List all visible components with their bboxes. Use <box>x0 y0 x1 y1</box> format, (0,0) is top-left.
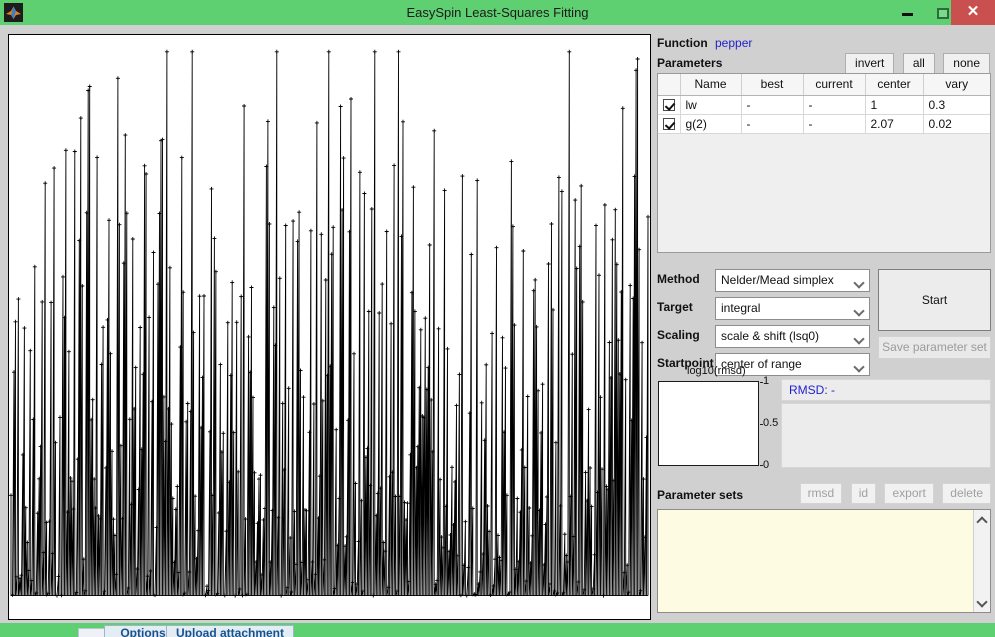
select-none-button[interactable]: none <box>943 53 990 74</box>
cell-name[interactable]: g(2) <box>680 114 742 134</box>
row-checkbox-cell[interactable] <box>658 95 681 115</box>
parameter-sets-list[interactable] <box>657 509 991 613</box>
delete-button: delete <box>942 483 991 504</box>
column-header-current[interactable]: current <box>803 74 866 96</box>
parameter-sets-scrollbar[interactable] <box>973 510 990 612</box>
maximize-icon <box>937 8 949 19</box>
checkbox-checked-icon[interactable] <box>662 117 675 130</box>
chevron-down-icon <box>855 279 863 287</box>
background-page-strip: Options Upload attachment <box>0 623 995 637</box>
row-checkbox-cell[interactable] <box>658 114 681 134</box>
target-select[interactable]: integral <box>715 297 870 320</box>
invert-selection-button[interactable]: invert <box>845 53 895 74</box>
cell-best[interactable]: - <box>741 114 804 134</box>
spectrum-plot[interactable] <box>8 34 651 620</box>
column-header-vary[interactable]: vary <box>923 74 990 96</box>
cell-name[interactable]: lw <box>680 95 742 115</box>
table-row[interactable]: g(2) - - 2.07 0.02 <box>658 114 990 134</box>
scaling-value: scale & shift (lsq0) <box>721 329 820 343</box>
cell-center[interactable]: 2.07 <box>865 114 924 134</box>
export-button: export <box>884 483 934 504</box>
chevron-down-icon <box>855 335 863 343</box>
select-all-button[interactable]: all <box>902 53 935 74</box>
sort-by-rmsd-button: rmsd <box>799 483 843 504</box>
cell-vary[interactable]: 0.02 <box>923 114 990 134</box>
save-parameter-set-button: Save parameter set <box>878 336 991 359</box>
minimize-icon <box>902 13 913 16</box>
rmsd-plot-title: log10(rmsd) <box>687 365 746 377</box>
rmsd-readout: RMSD: - <box>781 379 991 401</box>
rmsd-log-panel <box>781 403 991 468</box>
function-value-link[interactable]: pepper <box>715 36 752 50</box>
column-header-checkbox <box>658 74 681 96</box>
window-body: Function pepper Parameters invert all no… <box>0 25 995 623</box>
parameters-table[interactable]: Name best current center vary lw - - 1 0… <box>657 73 991 253</box>
column-header-name[interactable]: Name <box>680 74 742 96</box>
chevron-down-icon <box>855 307 863 315</box>
rmsd-plot[interactable] <box>658 381 759 466</box>
selection-buttons: invert all none <box>841 53 990 74</box>
rmsd-ytick-0: 0 <box>763 459 770 471</box>
parameters-label: Parameters <box>657 56 723 70</box>
table-empty-area <box>658 133 990 252</box>
background-upload-attachment-button[interactable]: Upload attachment <box>166 625 294 637</box>
cell-current[interactable]: - <box>803 95 866 115</box>
target-label: Target <box>657 300 693 314</box>
table-header-row: Name best current center vary <box>658 74 990 96</box>
chevron-down-icon[interactable] <box>978 597 986 605</box>
table-row[interactable]: lw - - 1 0.3 <box>658 95 990 115</box>
chevron-down-icon <box>855 363 863 371</box>
spectrum-canvas <box>9 49 650 598</box>
scaling-label: Scaling <box>657 328 700 342</box>
minimize-button[interactable] <box>890 0 925 25</box>
cell-center[interactable]: 1 <box>865 95 924 115</box>
chevron-up-icon[interactable] <box>978 517 986 525</box>
rmsd-readout-text: RMSD: - <box>789 383 835 397</box>
window-title: EasySpin Least-Squares Fitting <box>406 5 589 20</box>
application-window: Options Upload attachment EasySpin Least… <box>0 0 995 637</box>
sort-by-id-button: id <box>850 483 877 504</box>
parameter-sets-buttons: rmsd id export delete <box>796 483 991 504</box>
cell-vary[interactable]: 0.3 <box>923 95 990 115</box>
method-value: Nelder/Mead simplex <box>721 273 834 287</box>
cell-current[interactable]: - <box>803 114 866 134</box>
start-button[interactable]: Start <box>878 269 991 331</box>
close-icon: ✕ <box>966 3 980 20</box>
method-label: Method <box>657 272 700 286</box>
target-value: integral <box>721 301 761 315</box>
function-label: Function <box>657 36 708 50</box>
method-select[interactable]: Nelder/Mead simplex <box>715 269 870 292</box>
close-button[interactable]: ✕ <box>951 0 995 25</box>
column-header-center[interactable]: center <box>865 74 924 96</box>
parameter-sets-label: Parameter sets <box>657 488 744 502</box>
column-header-best[interactable]: best <box>741 74 804 96</box>
rmsd-ytick-1: 1 <box>763 375 770 387</box>
rmsd-ytick-0.5: 0.5 <box>763 417 779 429</box>
cell-best[interactable]: - <box>741 95 804 115</box>
checkbox-checked-icon[interactable] <box>662 98 675 111</box>
scaling-select[interactable]: scale & shift (lsq0) <box>715 325 870 348</box>
title-bar: EasySpin Least-Squares Fitting ✕ <box>0 0 995 25</box>
